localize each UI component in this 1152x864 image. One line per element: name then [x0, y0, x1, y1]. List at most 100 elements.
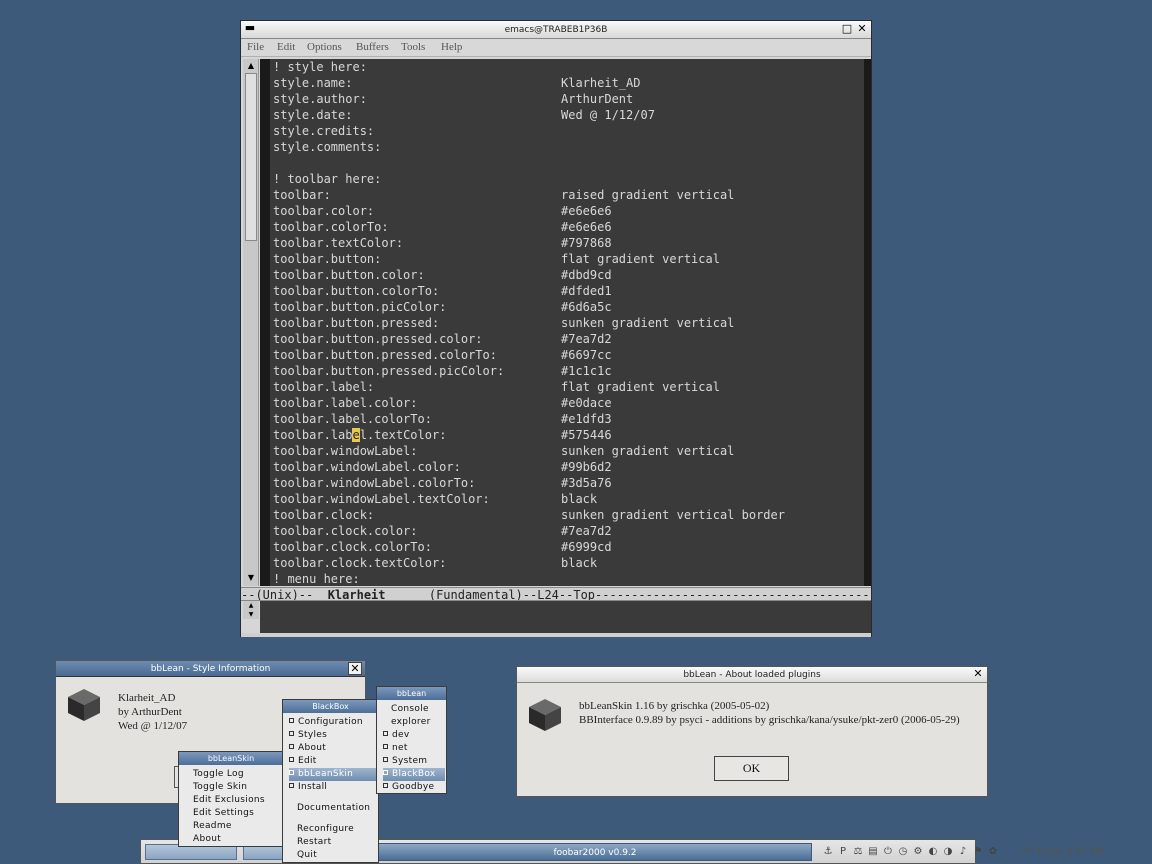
menu-buffers[interactable]: Buffers [356, 41, 389, 53]
menu-help[interactable]: Help [441, 41, 462, 53]
buffer-line: style.credits: [273, 123, 374, 139]
menu-label: net [392, 743, 408, 753]
scroll-up-icon[interactable]: ▲ [244, 60, 258, 72]
style-value: raised gradient vertical [561, 188, 735, 202]
emacs-titlebar[interactable]: ▬ emacs@TRABEB1P36B □ ✕ [241, 21, 871, 39]
tray-icon[interactable]: ♪ [956, 845, 970, 859]
submenu-icon [383, 757, 388, 762]
maximize-icon[interactable]: □ [841, 23, 853, 35]
left-fringe [260, 59, 270, 586]
menu-item-explorer[interactable]: explorer [391, 716, 431, 729]
mini-scroll-up-icon[interactable]: ▲ [244, 601, 258, 610]
menu-item-about[interactable]: About [289, 742, 378, 755]
buffer-line: toolbar.windowLabel.textColor: black [273, 491, 597, 507]
style-key: toolbar.clock: [273, 508, 375, 522]
buffer-line: toolbar.clock.color: #7ea7d2 [273, 523, 612, 539]
menu-item-configuration[interactable]: Configuration [289, 716, 378, 729]
menu-edit[interactable]: Edit [277, 41, 295, 53]
menu-item-blackbox[interactable]: BlackBox [383, 768, 445, 781]
menu-label: Goodbye [392, 782, 435, 792]
scroll-down-icon[interactable]: ▼ [244, 572, 258, 584]
close-icon[interactable]: ✕ [348, 662, 362, 675]
scrollbar-thumb[interactable] [245, 73, 257, 241]
mini-scroll-down-icon[interactable]: ▼ [244, 610, 258, 619]
style-key: toolbar.button.picColor: [273, 300, 447, 314]
menu-item-bbleanskin[interactable]: bbLeanSkin [289, 768, 377, 781]
buffer-line: toolbar.label.colorTo: #e1dfd3 [273, 411, 612, 427]
buffer-line: toolbar.color: #e6e6e6 [273, 203, 612, 219]
menu-item-restart[interactable]: Restart [297, 836, 331, 849]
menu-item-readme[interactable]: Readme [193, 820, 232, 833]
buffer-line: toolbar.windowLabel.colorTo: #3d5a76 [273, 475, 612, 491]
tray-icon[interactable]: ◷ [896, 845, 910, 859]
style-value: #3d5a76 [561, 476, 612, 490]
tray-icon[interactable]: ⚓ [821, 845, 835, 859]
style-value: black [561, 492, 598, 506]
about-plugins-dialog: bbLean - About loaded plugins ✕ bbLeanSk… [516, 666, 988, 797]
menu-item-system[interactable]: System [383, 755, 446, 768]
emacs-minibuffer[interactable] [260, 601, 871, 633]
menu-item-dev[interactable]: dev [383, 729, 446, 742]
tray-icon[interactable]: ▤ [866, 845, 880, 859]
style-key: toolbar.button.pressed: [273, 316, 440, 330]
menu-item-about[interactable]: About [193, 833, 221, 846]
menu-file[interactable]: File [247, 41, 264, 53]
close-icon[interactable]: ✕ [856, 23, 868, 35]
menu-item-edit[interactable]: Edit [289, 755, 378, 768]
menu-tools[interactable]: Tools [401, 41, 425, 53]
tray-icon[interactable]: ✿ [986, 845, 1000, 859]
menu-label: Edit [298, 756, 317, 766]
tray-icon[interactable]: P [836, 845, 850, 859]
menu-item-edit-exclusions[interactable]: Edit Exclusions [193, 794, 265, 807]
ok-button[interactable]: OK [714, 756, 789, 781]
style-key: toolbar.label.colorTo: [273, 412, 432, 426]
tray-icon[interactable]: ◑ [941, 845, 955, 859]
style-key: ! toolbar here: [273, 172, 382, 186]
close-icon[interactable]: ✕ [971, 668, 985, 681]
menu-item-toggle-skin[interactable]: Toggle Skin [193, 781, 247, 794]
tray-icon[interactable]: ◐ [926, 845, 940, 859]
bblean-root-menu: bbLean Console explorer dev net System B… [376, 686, 447, 794]
tray-icon[interactable]: ⚑ [971, 845, 985, 859]
buffer-line: toolbar.colorTo: #e6e6e6 [273, 219, 612, 235]
style-key: toolbar.label: [273, 380, 375, 394]
tray-icon[interactable]: ⚖ [851, 845, 865, 859]
submenu-icon [289, 744, 294, 749]
menu-item-install[interactable]: Install [289, 781, 378, 794]
window-menu-icon[interactable]: ▬ [244, 22, 256, 34]
menu-item-goodbye[interactable]: Goodbye [383, 781, 446, 794]
menu-label: BlackBox [392, 769, 436, 779]
menu-item-net[interactable]: net [383, 742, 446, 755]
cube-icon [68, 689, 100, 721]
style-value: #e6e6e6 [561, 220, 612, 234]
emacs-title-text: emacs@TRABEB1P36B [504, 25, 608, 35]
toolbar-clock[interactable]: Fri 12 Jan 2:27 PM [1011, 843, 1115, 861]
buffer-line: style.author: ArthurDent [273, 91, 633, 107]
emacs-scrollbar[interactable]: ▲ ▼ [243, 59, 259, 586]
menu-item-styles[interactable]: Styles [289, 729, 378, 742]
menu-item-reconfigure[interactable]: Reconfigure [297, 823, 354, 836]
submenu-icon [383, 731, 388, 736]
style-key: style.credits: [273, 124, 375, 138]
menu-label: Styles [298, 730, 328, 740]
style-key: toolbar: [273, 188, 331, 202]
style-info-titlebar[interactable]: bbLean - Style Information [56, 661, 365, 677]
modeline-buffer-name: Klarheit [327, 588, 386, 601]
menu-item-edit-settings[interactable]: Edit Settings [193, 807, 254, 820]
menu-item-documentation[interactable]: Documentation [297, 802, 370, 815]
style-value: Klarheit_AD [561, 76, 641, 90]
tray-icon[interactable]: ⏻ [881, 845, 895, 859]
menu-item-quit[interactable]: Quit [297, 849, 317, 862]
toolbar-window-label[interactable]: foobar2000 v0.9.2 [378, 843, 812, 861]
minibuffer-scrollbar[interactable]: ▲ ▼ [243, 601, 259, 619]
style-key: style.date: [273, 108, 353, 122]
style-value: sunken gradient vertical border [561, 508, 785, 522]
menu-item-console[interactable]: Console [391, 703, 429, 716]
submenu-icon [289, 718, 294, 723]
menu-options[interactable]: Options [307, 41, 342, 53]
emacs-buffer[interactable]: ! style here: style.name: Klarheit_AD style… [270, 59, 865, 586]
tray-icon[interactable]: ⚙ [911, 845, 925, 859]
about-titlebar[interactable]: bbLean - About loaded plugins [517, 667, 987, 683]
menu-item-toggle-log[interactable]: Toggle Log [193, 768, 244, 781]
buffer-line: toolbar.clock.colorTo: #6999cd [273, 539, 612, 555]
